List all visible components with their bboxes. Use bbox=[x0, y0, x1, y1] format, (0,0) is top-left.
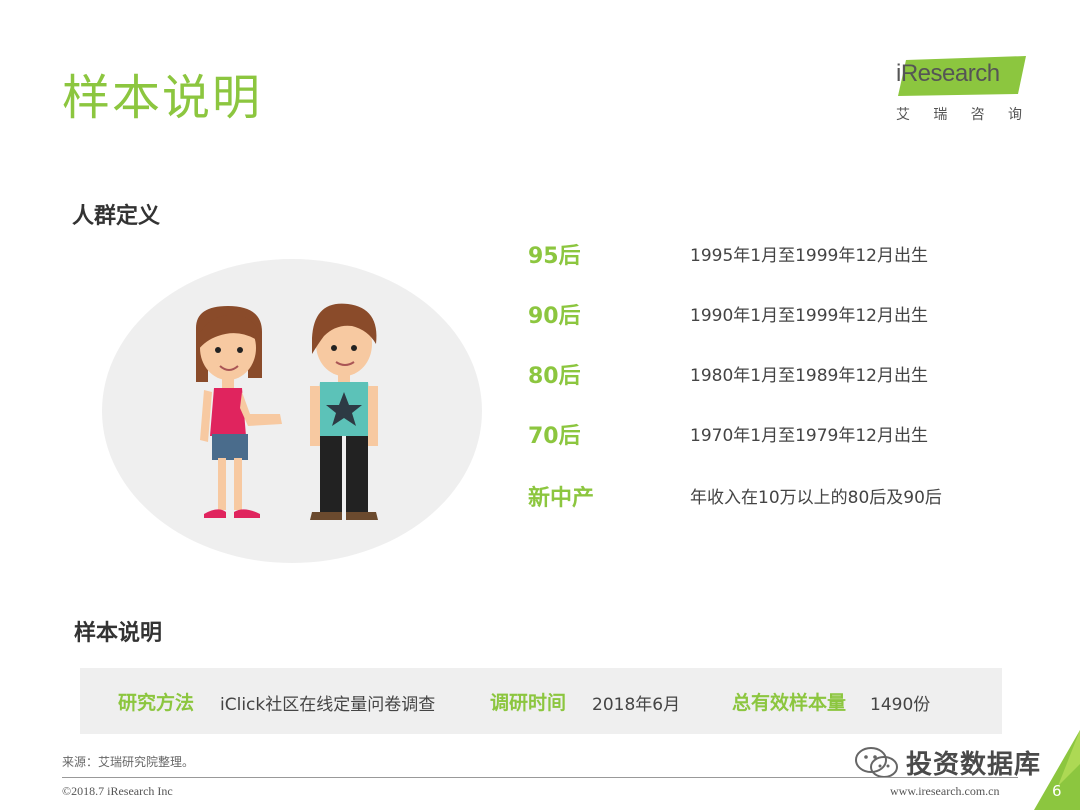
size-label: 总有效样本量 bbox=[732, 692, 847, 714]
definition-row: 80后 1980年1月至1989年12月出生 bbox=[528, 358, 1008, 392]
logo-subtitle: 艾 瑞 咨 询 bbox=[892, 104, 1026, 124]
two-people-illustration bbox=[102, 259, 482, 563]
logo-subtitle-char: 艾 bbox=[896, 107, 910, 123]
definition-label: 新中产 bbox=[528, 486, 595, 511]
population-heading: 人群定义 bbox=[72, 204, 161, 229]
footer-divider bbox=[62, 777, 1018, 778]
method-value: iClick社区在线定量问卷调查 bbox=[220, 695, 436, 715]
definition-description: 1970年1月至1979年12月出生 bbox=[690, 426, 928, 446]
definition-label: 90后 bbox=[528, 304, 581, 329]
logo-subtitle-char: 瑞 bbox=[933, 107, 948, 123]
time-label: 调研时间 bbox=[490, 692, 567, 714]
definition-label: 95后 bbox=[528, 244, 581, 269]
wechat-icon bbox=[855, 746, 898, 778]
definition-label: 70后 bbox=[528, 424, 581, 449]
sample-heading: 样本说明 bbox=[74, 621, 163, 646]
definition-label: 80后 bbox=[528, 364, 581, 389]
definition-row: 70后 1970年1月至1979年12月出生 bbox=[528, 418, 1008, 452]
logo-subtitle-char: 咨 bbox=[970, 107, 985, 123]
source-note: 来源：艾瑞研究院整理。 bbox=[62, 755, 195, 769]
definition-description: 1980年1月至1989年12月出生 bbox=[690, 366, 928, 386]
logo-subtitle-char: 询 bbox=[1007, 107, 1022, 123]
size-value: 1490份 bbox=[870, 695, 931, 715]
copyright: ©2018.7 iResearch Inc bbox=[62, 784, 173, 798]
watermark-text: 投资数据库 bbox=[906, 750, 1042, 780]
method-label: 研究方法 bbox=[118, 692, 195, 714]
page-number: 6 bbox=[1052, 782, 1062, 800]
definition-row: 95后 1995年1月至1999年12月出生 bbox=[528, 238, 1008, 272]
time-value: 2018年6月 bbox=[592, 695, 681, 715]
definition-description: 1995年1月至1999年12月出生 bbox=[690, 246, 928, 266]
watermark: 投资数据库 bbox=[854, 744, 1041, 781]
definition-description: 1990年1月至1999年12月出生 bbox=[690, 306, 928, 326]
definition-row: 新中产 年收入在10万以上的80后及90后 bbox=[528, 480, 1008, 514]
definition-description: 年收入在10万以上的80后及90后 bbox=[690, 488, 942, 508]
page-title: 样本说明 bbox=[62, 70, 263, 126]
logo-brand: iResearch bbox=[896, 60, 1000, 87]
definition-row: 90后 1990年1月至1999年12月出生 bbox=[528, 298, 1008, 332]
iresearch-logo: iResearch 艾 瑞 咨 询 bbox=[892, 56, 1032, 124]
sample-info-bar: 研究方法 iClick社区在线定量问卷调查 调研时间 2018年6月 总有效样本… bbox=[80, 668, 1002, 734]
footer-url: www.iresearch.com.cn bbox=[890, 784, 1000, 798]
